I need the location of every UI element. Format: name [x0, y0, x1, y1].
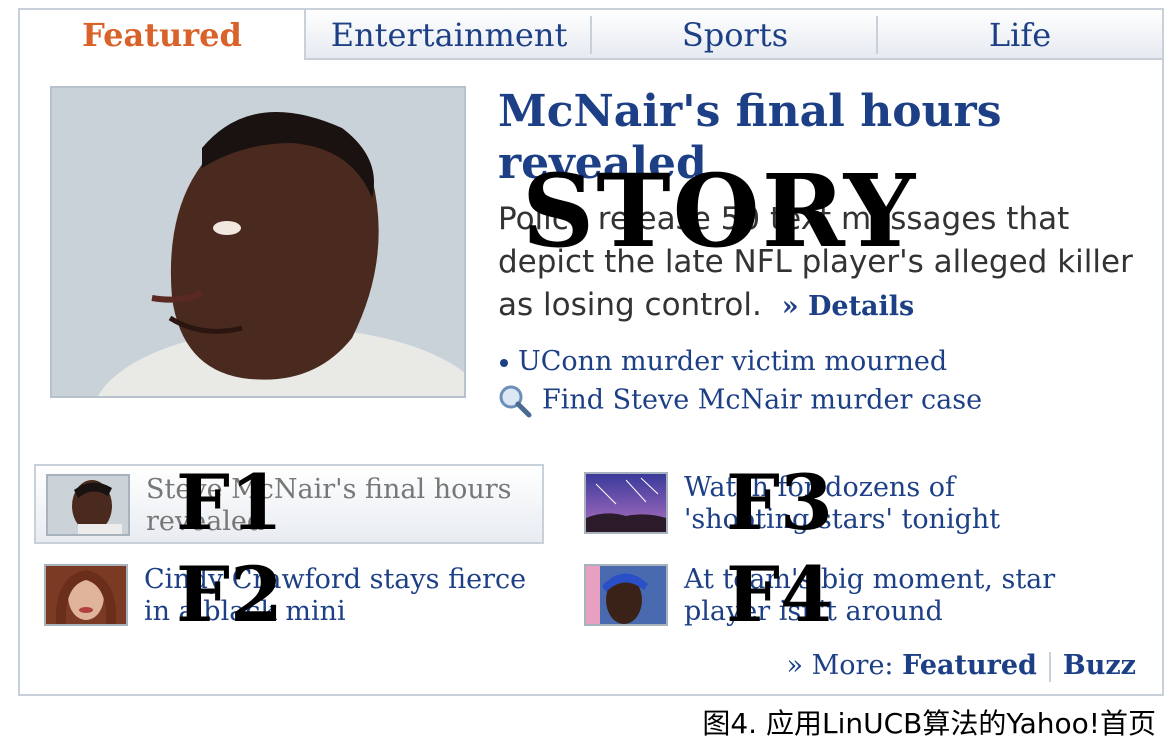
feature-annotation-f2: F2 [176, 550, 283, 639]
more-featured-link[interactable]: Featured [902, 650, 1037, 681]
tab-bar: Featured Entertainment Sports Life [20, 10, 1162, 62]
tab-entertainment[interactable]: Entertainment [306, 10, 592, 60]
figure-caption: 图4. 应用LinUCB算法的Yahoo!首页 [702, 707, 1156, 740]
more-buzz-link[interactable]: Buzz [1063, 650, 1136, 681]
tab-sports[interactable]: Sports [592, 10, 878, 60]
related-link-uconn[interactable]: UConn murder victim mourned [500, 346, 947, 377]
featured-news-module: Featured Entertainment Sports Life McNai… [18, 8, 1164, 696]
magnifier-icon [498, 384, 532, 418]
feature-thumb-f3 [584, 472, 668, 534]
bullet-icon [500, 358, 508, 367]
more-links: » More: Featured Buzz [787, 650, 1136, 682]
tab-life[interactable]: Life [878, 10, 1162, 60]
tab-featured[interactable]: Featured [20, 10, 306, 60]
tab-featured-label: Featured [82, 16, 242, 54]
tab-entertainment-label: Entertainment [330, 16, 568, 54]
tab-sports-label: Sports [681, 16, 789, 54]
search-link-text: Find Steve McNair murder case [542, 384, 983, 416]
tab-life-label: Life [988, 16, 1052, 54]
more-divider [1048, 651, 1051, 682]
feature-annotation-f3: F3 [726, 458, 833, 547]
feature-annotation-f1: F1 [176, 458, 283, 547]
story-annotation-label: STORY [522, 152, 918, 270]
related-link-text: UConn murder victim mourned [518, 346, 948, 377]
details-link[interactable]: » Details [782, 291, 915, 322]
feature-thumb-f4 [584, 564, 668, 626]
feature-item-f1[interactable]: Steve McNair's final hours revealed [34, 464, 544, 544]
story-photo[interactable] [50, 86, 466, 398]
feature-thumb-f1 [46, 474, 130, 536]
feature-annotation-f4: F4 [726, 550, 833, 639]
search-link[interactable]: Find Steve McNair murder case [498, 384, 982, 418]
more-prefix: » More: [786, 650, 894, 681]
feature-thumb-f2 [44, 564, 128, 626]
feature-item-f2[interactable]: Cindy Crawford stays fierce in a black m… [34, 556, 544, 636]
